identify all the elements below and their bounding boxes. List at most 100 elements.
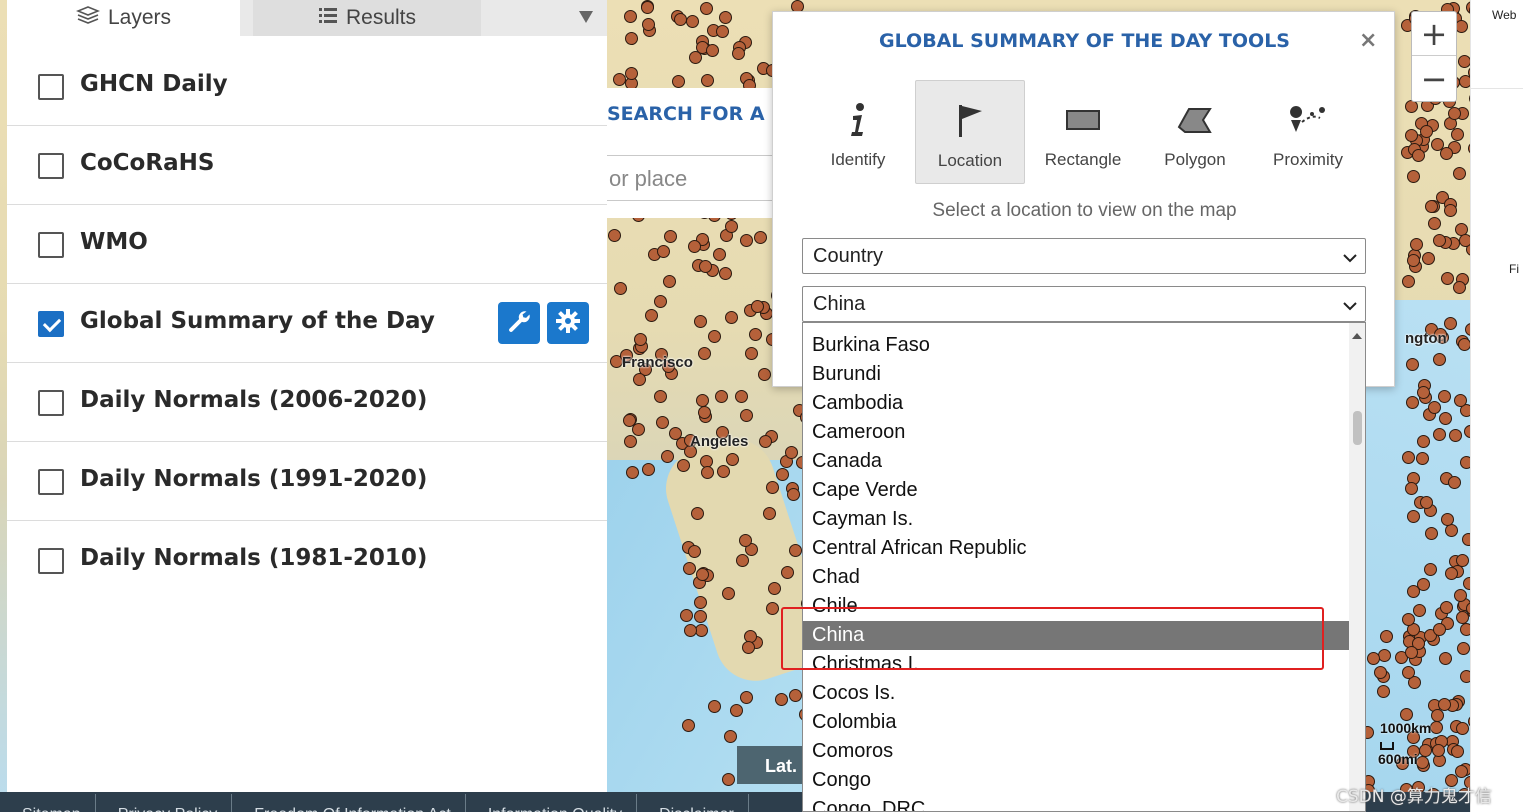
weather-station-marker[interactable] bbox=[1455, 553, 1469, 567]
location-type-select[interactable]: Country bbox=[802, 238, 1366, 274]
footer-link-privacy[interactable]: Privacy Policy bbox=[96, 794, 233, 812]
weather-station-marker[interactable] bbox=[789, 688, 803, 702]
dropdown-option[interactable]: Cocos Is. bbox=[803, 679, 1349, 708]
weather-station-marker[interactable] bbox=[1373, 666, 1387, 680]
weather-station-marker[interactable] bbox=[1432, 233, 1446, 247]
weather-station-marker[interactable] bbox=[641, 1, 655, 15]
layer-checkbox[interactable] bbox=[38, 74, 64, 100]
weather-station-marker[interactable] bbox=[695, 394, 709, 408]
weather-station-marker[interactable] bbox=[624, 9, 638, 23]
weather-station-marker[interactable] bbox=[723, 729, 737, 743]
layer-row-normals-2006[interactable]: Daily Normals (2006-2020) bbox=[7, 363, 607, 442]
layer-checkbox[interactable] bbox=[38, 548, 64, 574]
weather-station-marker[interactable] bbox=[1420, 124, 1434, 138]
weather-station-marker[interactable] bbox=[1431, 137, 1445, 151]
dropdown-option[interactable]: Burundi bbox=[803, 360, 1349, 389]
layer-checkbox[interactable] bbox=[38, 232, 64, 258]
layer-checkbox[interactable] bbox=[38, 153, 64, 179]
layer-row-normals-1991[interactable]: Daily Normals (1991-2020) bbox=[7, 442, 607, 521]
weather-station-marker[interactable] bbox=[715, 390, 729, 404]
weather-station-marker[interactable] bbox=[625, 66, 639, 80]
weather-station-marker[interactable] bbox=[716, 24, 730, 38]
weather-station-marker[interactable] bbox=[1412, 603, 1426, 617]
weather-station-marker[interactable] bbox=[781, 565, 795, 579]
weather-station-marker[interactable] bbox=[1453, 280, 1467, 294]
layer-row-wmo[interactable]: WMO bbox=[7, 205, 607, 284]
tool-rectangle[interactable]: Rectangle bbox=[1028, 80, 1138, 184]
footer-link-disclaimer[interactable]: Disclaimer bbox=[637, 794, 749, 812]
weather-station-marker[interactable] bbox=[1459, 623, 1470, 637]
weather-station-marker[interactable] bbox=[1432, 352, 1446, 366]
weather-station-marker[interactable] bbox=[1455, 721, 1469, 735]
weather-station-marker[interactable] bbox=[682, 562, 696, 576]
dropdown-option[interactable]: Comoros bbox=[803, 737, 1349, 766]
weather-station-marker[interactable] bbox=[687, 544, 701, 558]
weather-station-marker[interactable] bbox=[1406, 169, 1420, 183]
weather-station-marker[interactable] bbox=[1459, 669, 1470, 683]
weather-station-marker[interactable] bbox=[1379, 629, 1393, 643]
dropdown-option[interactable]: Burkina Faso bbox=[803, 331, 1349, 360]
weather-station-marker[interactable] bbox=[1456, 641, 1470, 655]
weather-station-marker[interactable] bbox=[740, 408, 754, 422]
weather-station-marker[interactable] bbox=[669, 426, 683, 440]
dropdown-option[interactable]: Cameroon bbox=[803, 418, 1349, 447]
footer-link-sitemap[interactable]: Sitemap bbox=[0, 794, 96, 812]
scroll-up-arrow-icon[interactable] bbox=[1352, 333, 1362, 339]
layer-row-cocorahs[interactable]: CoCoRaHS bbox=[7, 126, 607, 205]
weather-station-marker[interactable] bbox=[1444, 566, 1458, 580]
weather-station-marker[interactable] bbox=[680, 608, 693, 622]
weather-station-marker[interactable] bbox=[776, 467, 790, 481]
weather-station-marker[interactable] bbox=[731, 46, 745, 60]
zoom-in-button[interactable]: + bbox=[1412, 12, 1456, 56]
search-input[interactable]: or place bbox=[607, 155, 782, 201]
dropdown-option[interactable]: Congo bbox=[803, 766, 1349, 795]
weather-station-marker[interactable] bbox=[653, 390, 667, 404]
weather-station-marker[interactable] bbox=[1440, 513, 1454, 527]
dropdown-option[interactable]: Cambodia bbox=[803, 389, 1349, 418]
weather-station-marker[interactable] bbox=[1458, 75, 1470, 89]
layer-row-normals-1981[interactable]: Daily Normals (1981-2010) bbox=[7, 521, 607, 600]
weather-station-marker[interactable] bbox=[1424, 526, 1438, 540]
weather-station-marker[interactable] bbox=[758, 434, 772, 448]
weather-station-marker[interactable] bbox=[1443, 203, 1457, 217]
weather-station-marker[interactable] bbox=[766, 480, 780, 494]
weather-station-marker[interactable] bbox=[1427, 216, 1441, 230]
weather-station-marker[interactable] bbox=[1404, 129, 1418, 143]
weather-station-marker[interactable] bbox=[655, 415, 669, 429]
weather-station-marker[interactable] bbox=[1458, 233, 1470, 247]
weather-station-marker[interactable] bbox=[785, 445, 799, 459]
tool-polygon[interactable]: Polygon bbox=[1140, 80, 1250, 184]
weather-station-marker[interactable] bbox=[699, 1, 713, 15]
weather-station-marker[interactable] bbox=[1366, 651, 1380, 665]
weather-station-marker[interactable] bbox=[1411, 148, 1425, 162]
weather-station-marker[interactable] bbox=[1440, 272, 1454, 286]
weather-station-marker[interactable] bbox=[719, 266, 733, 280]
dropdown-scrollbar[interactable] bbox=[1349, 323, 1365, 811]
dropdown-option[interactable]: Cape Verde bbox=[803, 476, 1349, 505]
weather-station-marker[interactable] bbox=[656, 245, 670, 259]
dropdown-option[interactable]: Cayman Is. bbox=[803, 505, 1349, 534]
weather-station-marker[interactable] bbox=[663, 275, 677, 289]
weather-station-marker[interactable] bbox=[698, 347, 712, 361]
weather-station-marker[interactable] bbox=[1453, 167, 1467, 181]
layer-tools-button[interactable] bbox=[498, 302, 540, 344]
weather-station-marker[interactable] bbox=[701, 465, 715, 479]
weather-station-marker[interactable] bbox=[1420, 495, 1434, 509]
weather-station-marker[interactable] bbox=[700, 73, 714, 87]
weather-station-marker[interactable] bbox=[1451, 128, 1465, 142]
weather-station-marker[interactable] bbox=[1461, 532, 1470, 546]
tool-proximity[interactable]: Proximity bbox=[1253, 80, 1363, 184]
weather-station-marker[interactable] bbox=[1457, 54, 1470, 68]
weather-station-marker[interactable] bbox=[738, 534, 752, 548]
weather-station-marker[interactable] bbox=[1422, 251, 1436, 265]
dropdown-option[interactable]: Colombia bbox=[803, 708, 1349, 737]
close-button[interactable]: × bbox=[1359, 28, 1377, 53]
dropdown-option[interactable]: Chile bbox=[803, 592, 1349, 621]
layer-settings-button[interactable] bbox=[547, 302, 589, 344]
weather-station-marker[interactable] bbox=[725, 310, 739, 324]
weather-station-marker[interactable] bbox=[1416, 434, 1430, 448]
weather-station-marker[interactable] bbox=[684, 623, 698, 637]
collapse-panel-button[interactable] bbox=[573, 0, 599, 36]
weather-station-marker[interactable] bbox=[1454, 764, 1468, 778]
weather-station-marker[interactable] bbox=[1406, 254, 1420, 268]
